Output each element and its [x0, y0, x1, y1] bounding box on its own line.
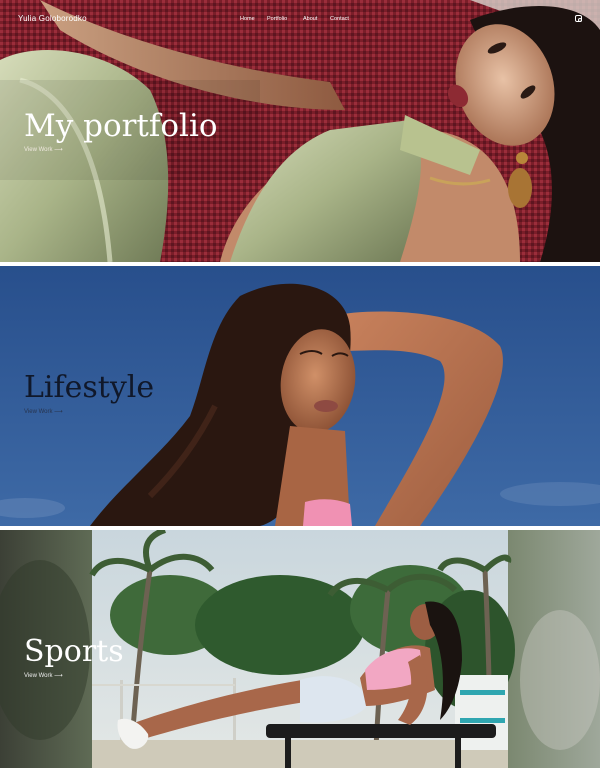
section-sports[interactable]: Sports View Work ⟶ — [0, 530, 600, 768]
section-title-sports: Sports — [24, 634, 124, 669]
nav-home[interactable]: Home — [240, 16, 255, 22]
instagram-icon[interactable] — [575, 15, 582, 22]
site-header: Yulia Goloborodko Home Portfolio About C… — [0, 0, 600, 40]
view-work-link-sports[interactable]: View Work ⟶ — [24, 672, 63, 679]
section-title-portfolio: My portfolio — [24, 108, 218, 144]
section-lifestyle[interactable]: Lifestyle View Work ⟶ — [0, 266, 600, 526]
view-work-link-portfolio[interactable]: View Work ⟶ — [24, 146, 63, 153]
nav-about[interactable]: About — [303, 16, 317, 22]
page: Yulia Goloborodko Home Portfolio About C… — [0, 0, 600, 768]
nav-contact[interactable]: Contact — [330, 16, 349, 22]
section-title-lifestyle: Lifestyle — [24, 370, 155, 405]
view-work-link-lifestyle[interactable]: View Work ⟶ — [24, 408, 63, 415]
nav-portfolio[interactable]: Portfolio — [267, 16, 287, 22]
site-brand[interactable]: Yulia Goloborodko — [18, 14, 87, 23]
